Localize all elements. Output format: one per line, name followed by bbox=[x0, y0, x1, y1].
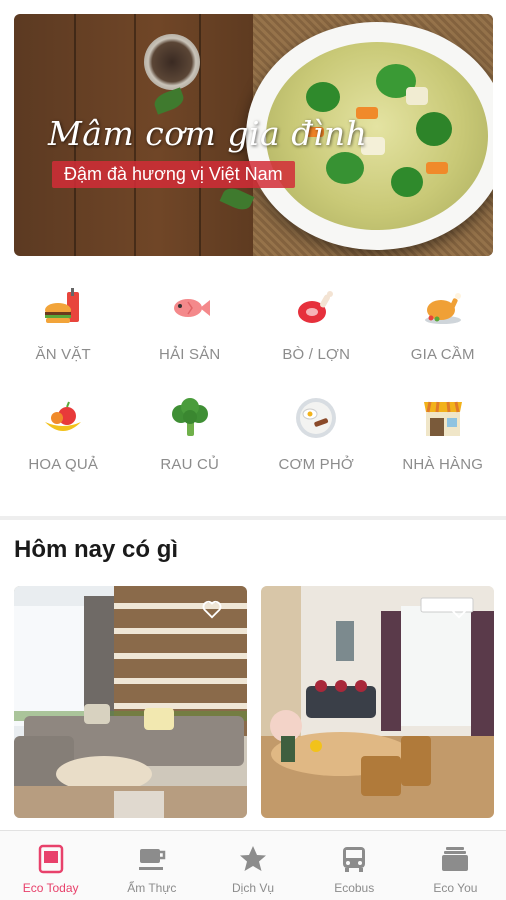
category-label: CƠM PHỞ bbox=[278, 456, 354, 473]
rice-plate-icon bbox=[294, 396, 338, 440]
category-an-vat[interactable]: ĂN VẶT bbox=[0, 272, 127, 382]
category-nha-hang[interactable]: NHÀ HÀNG bbox=[380, 382, 506, 492]
fastfood-icon bbox=[41, 286, 85, 330]
bottom-navigation: Eco Today Ẩm Thực Dịch Vụ Ecobus Eco You bbox=[0, 830, 506, 900]
favorite-heart-icon[interactable] bbox=[448, 598, 470, 620]
listing-card[interactable] bbox=[261, 586, 494, 818]
restaurant-icon bbox=[421, 396, 465, 440]
category-label: HOA QUẢ bbox=[28, 456, 99, 473]
banner-subtitle: Đậm đà hương vị Việt Nam bbox=[52, 161, 295, 188]
category-com-pho[interactable]: CƠM PHỞ bbox=[253, 382, 380, 492]
bus-icon bbox=[338, 843, 370, 875]
category-grid: ĂN VẶT HẢI SẢN BÒ / LỢN GIA CẦM HOA QUẢ … bbox=[0, 272, 506, 492]
category-label: BÒ / LỢN bbox=[282, 346, 351, 363]
category-hai-san[interactable]: HẢI SẢN bbox=[127, 272, 254, 382]
category-label: HẢI SẢN bbox=[159, 346, 221, 363]
category-label: NHÀ HÀNG bbox=[402, 456, 484, 473]
today-icon bbox=[35, 843, 67, 875]
nav-eco-today[interactable]: Eco Today bbox=[0, 831, 101, 900]
pepper-jar-image bbox=[144, 34, 200, 90]
category-gia-cam[interactable]: GIA CẦM bbox=[380, 272, 506, 382]
nav-label: Dịch Vụ bbox=[231, 881, 275, 895]
nav-am-thuc[interactable]: Ẩm Thực bbox=[101, 831, 202, 900]
fruit-icon bbox=[41, 396, 85, 440]
category-bo-lon[interactable]: BÒ / LỢN bbox=[253, 272, 380, 382]
listing-card[interactable] bbox=[14, 586, 247, 818]
star-icon bbox=[237, 843, 269, 875]
category-label: ĂN VẶT bbox=[35, 346, 91, 363]
living-room-photo bbox=[14, 586, 247, 818]
category-hoa-qua[interactable]: HOA QUẢ bbox=[0, 382, 127, 492]
banner-title: Mâm cơm gia đình bbox=[48, 114, 368, 153]
nav-dich-vu[interactable]: Dịch Vụ bbox=[202, 831, 303, 900]
nav-label: Eco You bbox=[433, 881, 478, 895]
category-rau-cu[interactable]: RAU CỦ bbox=[127, 382, 254, 492]
coffee-cup-icon bbox=[136, 843, 168, 875]
basil-leaf bbox=[219, 184, 255, 214]
meat-icon bbox=[294, 286, 338, 330]
category-label: GIA CẦM bbox=[410, 346, 475, 363]
broccoli-icon bbox=[168, 396, 212, 440]
basil-leaf bbox=[151, 87, 187, 115]
section-divider bbox=[0, 516, 506, 520]
nav-label: Eco Today bbox=[22, 881, 79, 895]
dining-room-photo bbox=[261, 586, 494, 818]
nav-label: Ecobus bbox=[334, 881, 375, 895]
nav-eco-you[interactable]: Eco You bbox=[405, 831, 506, 900]
category-label: RAU CỦ bbox=[160, 456, 220, 473]
roast-chicken-icon bbox=[421, 286, 465, 330]
wallet-icon bbox=[439, 843, 471, 875]
nav-ecobus[interactable]: Ecobus bbox=[304, 831, 405, 900]
nav-label: Ẩm Thực bbox=[127, 881, 177, 895]
hero-banner[interactable]: Mâm cơm gia đình Đậm đà hương vị Việt Na… bbox=[14, 14, 493, 256]
favorite-heart-icon[interactable] bbox=[201, 598, 223, 620]
section-title: Hôm nay có gì bbox=[14, 536, 179, 563]
fish-icon bbox=[168, 286, 212, 330]
